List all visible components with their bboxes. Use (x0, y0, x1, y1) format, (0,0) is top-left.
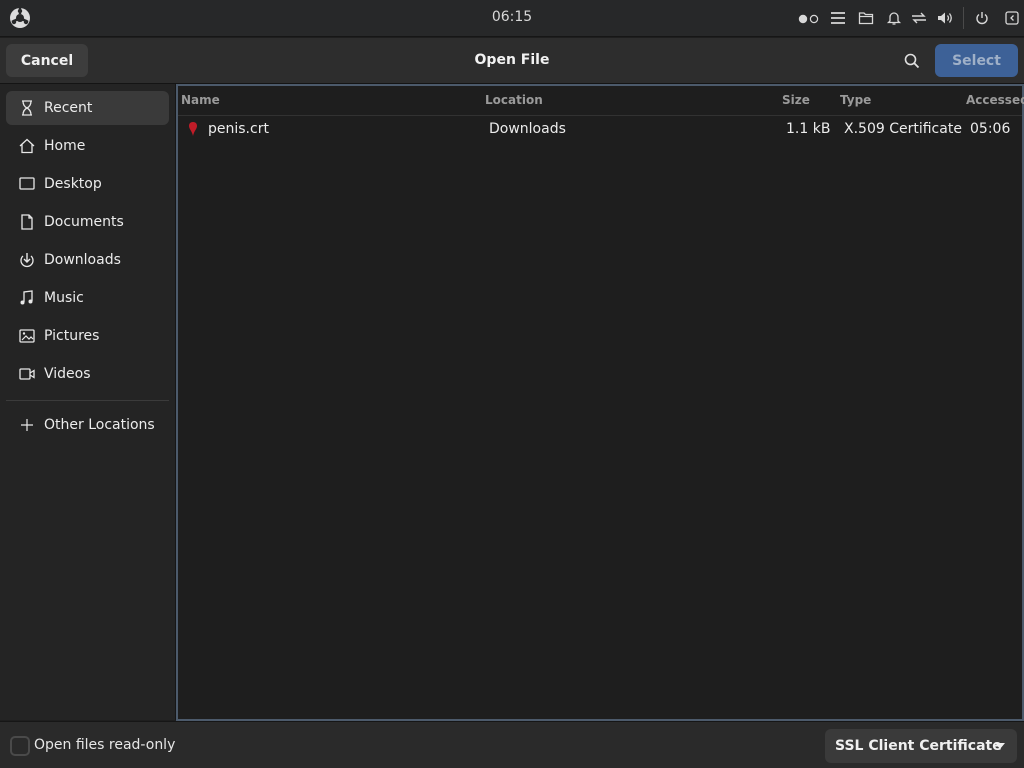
sidebar-item-recent[interactable]: Recent (6, 91, 169, 125)
dialog-header-bar: Cancel Open File Select (0, 38, 1024, 84)
file-accessed: 05:06 (970, 121, 1011, 137)
workspace-indicator-icon[interactable] (797, 9, 823, 27)
sidebar-item-label: Home (44, 138, 86, 154)
desktop-icon (19, 177, 35, 190)
sidebar-item-label: Videos (44, 366, 91, 382)
file-name: penis.crt (208, 121, 269, 137)
file-size: 1.1 kB (786, 121, 831, 137)
read-only-label[interactable]: Open files read-only (34, 737, 175, 753)
files-icon[interactable] (858, 9, 874, 27)
filter-value: SSL Client Certificate (835, 738, 1002, 754)
sidebar-item-music[interactable]: Music (6, 281, 169, 315)
tray-separator (963, 7, 964, 29)
plus-icon (21, 419, 33, 431)
column-type[interactable]: Type (840, 93, 871, 107)
certificate-file-icon (189, 122, 197, 136)
sidebar-item-pictures[interactable]: Pictures (6, 319, 169, 353)
cancel-button[interactable]: Cancel (6, 44, 88, 77)
sidebar-item-downloads[interactable]: Downloads (6, 243, 169, 277)
network-icon[interactable] (910, 9, 928, 27)
read-only-checkbox[interactable] (10, 736, 30, 756)
column-location[interactable]: Location (485, 93, 543, 107)
volume-icon[interactable] (936, 9, 954, 27)
sidebar-item-home[interactable]: Home (6, 129, 169, 163)
column-name[interactable]: Name (181, 93, 220, 107)
video-icon (19, 368, 35, 380)
places-sidebar: Recent Home Desktop Documents Downloads … (0, 84, 176, 720)
document-icon (21, 214, 33, 230)
collapse-panel-icon[interactable] (1004, 9, 1020, 27)
clock[interactable]: 06:15 (462, 9, 562, 25)
sidebar-item-desktop[interactable]: Desktop (6, 167, 169, 201)
file-list[interactable]: Name Location Size Type Accessed penis.c… (176, 84, 1024, 721)
search-icon[interactable] (903, 52, 921, 70)
sidebar-item-documents[interactable]: Documents (6, 205, 169, 239)
sidebar-item-other-locations[interactable]: Other Locations (6, 408, 169, 442)
distro-logo-icon[interactable] (9, 7, 31, 29)
music-icon (20, 290, 33, 305)
sidebar-item-label: Other Locations (44, 417, 155, 433)
select-button[interactable]: Select (935, 44, 1018, 77)
sidebar-divider (6, 400, 169, 401)
top-panel: 06:15 (0, 0, 1024, 37)
table-row[interactable]: penis.crt Downloads 1.1 kB X.509 Certifi… (178, 116, 1022, 144)
sidebar-item-label: Documents (44, 214, 124, 230)
sidebar-item-label: Pictures (44, 328, 100, 344)
menu-icon[interactable] (830, 9, 846, 27)
column-header: Name Location Size Type Accessed (178, 86, 1024, 116)
chevron-down-icon (995, 743, 1005, 749)
sidebar-item-label: Downloads (44, 252, 121, 268)
hourglass-icon (22, 100, 32, 116)
home-icon (19, 138, 35, 154)
notifications-icon[interactable] (886, 9, 902, 27)
column-accessed[interactable]: Accessed (966, 93, 1024, 107)
download-icon (20, 253, 34, 268)
file-location: Downloads (489, 121, 566, 137)
column-size[interactable]: Size (782, 93, 810, 107)
sidebar-item-videos[interactable]: Videos (6, 357, 169, 391)
power-icon[interactable] (974, 9, 990, 27)
file-type: X.509 Certificate (844, 121, 962, 137)
sidebar-item-label: Recent (44, 100, 93, 116)
dialog-footer: Open files read-only SSL Client Certific… (0, 721, 1024, 768)
sidebar-item-label: Desktop (44, 176, 102, 192)
sidebar-item-label: Music (44, 290, 84, 306)
dialog-title: Open File (474, 52, 550, 68)
pictures-icon (19, 329, 35, 343)
file-type-filter-dropdown[interactable]: SSL Client Certificate (825, 729, 1017, 763)
